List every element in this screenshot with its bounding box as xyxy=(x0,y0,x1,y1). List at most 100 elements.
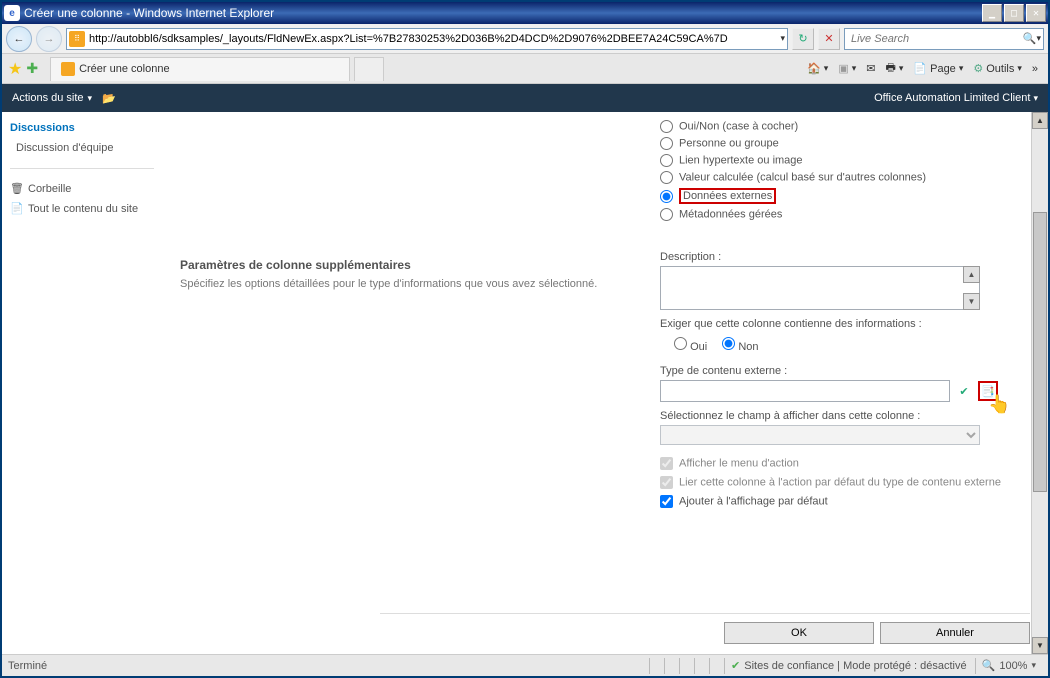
client-menu[interactable]: Office Automation Limited Client ▾ xyxy=(874,92,1038,104)
type-donnees-externes[interactable]: Données externes xyxy=(660,186,1030,206)
refresh-icon: ↻ xyxy=(798,32,807,45)
security-check-icon: ✔ xyxy=(731,659,740,672)
type-calculee[interactable]: Valeur calculée (calcul basé sur d'autre… xyxy=(660,169,1030,186)
chk-lier-action[interactable]: Lier cette colonne à l'action par défaut… xyxy=(660,472,1030,491)
maximize-button[interactable]: □ xyxy=(1004,4,1024,22)
scroll-up-icon[interactable]: ▲ xyxy=(963,266,980,283)
ect-label: Type de contenu externe : xyxy=(660,365,1030,377)
search-dropdown-icon[interactable]: ▾ xyxy=(1036,33,1041,44)
vertical-scrollbar[interactable]: ▲ ▼ xyxy=(1031,112,1048,654)
left-nav: Discussions Discussion d'équipe 🗑 Corbei… xyxy=(2,112,162,654)
nav-discussion-equipe[interactable]: Discussion d'équipe xyxy=(10,138,154,158)
gear-icon: ⚙ xyxy=(973,62,983,75)
ie-icon: e xyxy=(4,5,20,21)
security-zone-label: Sites de confiance | Mode protégé : désa… xyxy=(744,660,966,672)
page-icon: 📄 xyxy=(10,202,24,216)
feeds-button[interactable]: ▣▾ xyxy=(834,60,860,77)
type-metadonnees[interactable]: Métadonnées gérées xyxy=(660,206,1030,223)
nav-toolbar: ← → ⠿ ▾ ↻ ✕ 🔍 ▾ xyxy=(2,24,1048,54)
client-label: Office Automation Limited Client xyxy=(874,92,1030,104)
status-text: Terminé xyxy=(8,660,47,672)
print-button[interactable]: 🖶▾ xyxy=(881,57,907,80)
arrow-right-icon: → xyxy=(44,33,55,45)
browser-tab[interactable]: Créer une colonne xyxy=(50,57,350,81)
site-actions-label: Actions du site xyxy=(12,92,84,104)
chevron-down-icon: ▾ xyxy=(1033,93,1038,103)
print-icon: 🖶 xyxy=(885,59,895,78)
description-label: Description : xyxy=(660,251,1030,263)
field-select[interactable] xyxy=(660,425,980,445)
chk-menu-action[interactable]: Afficher le menu d'action xyxy=(660,453,1030,472)
rss-icon: ▣ xyxy=(838,62,848,75)
scroll-down-arrow[interactable]: ▼ xyxy=(1032,637,1048,654)
tab-title: Créer une colonne xyxy=(79,63,170,75)
scroll-up-arrow[interactable]: ▲ xyxy=(1032,112,1048,129)
navigate-up-icon[interactable]: 📂 xyxy=(102,92,116,105)
status-bar: Terminé ✔ Sites de confiance | Mode prot… xyxy=(2,654,1048,676)
ect-input[interactable] xyxy=(660,380,950,402)
chk-ajouter-affichage[interactable]: Ajouter à l'affichage par défaut xyxy=(660,491,1030,510)
description-input[interactable] xyxy=(660,266,980,310)
nav-all-content[interactable]: 📄 Tout le contenu du site xyxy=(10,199,154,219)
forward-button[interactable]: → xyxy=(36,26,62,52)
nav-all-content-label: Tout le contenu du site xyxy=(28,203,138,215)
tab-favicon-icon xyxy=(61,62,75,76)
type-lien[interactable]: Lien hypertexte ou image xyxy=(660,152,1030,169)
extra-settings-desc: Spécifiez les options détaillées pour le… xyxy=(180,278,640,290)
url-dropdown-icon[interactable]: ▾ xyxy=(780,33,785,44)
require-label: Exiger que cette colonne contienne des i… xyxy=(660,318,1030,330)
tools-menu[interactable]: ⚙Outils▾ xyxy=(969,60,1026,77)
tools-label: Outils xyxy=(986,63,1014,75)
mail-button[interactable]: ✉ xyxy=(862,60,879,77)
require-oui[interactable]: Oui xyxy=(674,341,707,353)
scroll-down-icon[interactable]: ▼ xyxy=(963,293,980,310)
zoom-icon: 🔍 xyxy=(982,659,996,672)
back-button[interactable]: ← xyxy=(6,26,32,52)
search-input[interactable] xyxy=(847,33,1023,45)
scrollbar-thumb[interactable] xyxy=(1033,212,1047,492)
type-personne[interactable]: Personne ou groupe xyxy=(660,135,1030,152)
refresh-button[interactable]: ↻ xyxy=(792,28,814,50)
extra-settings-header: Paramètres de colonne supplémentaires xyxy=(180,258,640,272)
minimize-button[interactable]: ▁ xyxy=(982,4,1002,22)
chevron-down-icon: ▾ xyxy=(88,93,93,104)
check-icon: ✔ xyxy=(959,385,968,398)
nav-discussions[interactable]: Discussions xyxy=(10,122,154,134)
favorites-star-icon[interactable]: ★ xyxy=(8,59,22,79)
add-favorites-icon[interactable]: ✚ xyxy=(26,60,38,77)
check-ect-button[interactable]: ✔ xyxy=(954,381,974,401)
toolbar-overflow-icon[interactable]: » xyxy=(1028,63,1042,75)
cancel-button[interactable]: Annuler xyxy=(880,622,1030,644)
ok-button[interactable]: OK xyxy=(724,622,874,644)
zoom-value: 100% xyxy=(999,660,1027,672)
home-icon: 🏠 xyxy=(807,62,821,75)
titlebar: e Créer une colonne - Windows Internet E… xyxy=(2,2,1048,24)
page-content: Discussions Discussion d'équipe 🗑 Corbei… xyxy=(2,112,1048,654)
page-icon: 📄 xyxy=(913,62,927,75)
stop-button[interactable]: ✕ xyxy=(818,28,840,50)
url-input[interactable] xyxy=(85,33,780,45)
address-bar[interactable]: ⠿ ▾ xyxy=(66,28,788,50)
new-tab-button[interactable] xyxy=(354,57,384,81)
sharepoint-ribbon: Actions du site ▾ 📂 Office Automation Li… xyxy=(2,84,1048,112)
search-icon[interactable]: 🔍 xyxy=(1023,32,1037,45)
security-zone[interactable]: ✔ Sites de confiance | Mode protégé : dé… xyxy=(724,658,973,674)
nav-corbeille-label: Corbeille xyxy=(28,183,71,195)
search-box[interactable]: 🔍 ▾ xyxy=(844,28,1044,50)
recycle-bin-icon: 🗑 xyxy=(10,182,24,196)
button-row: OK Annuler xyxy=(380,613,1030,644)
type-oui-non[interactable]: Oui/Non (case à cocher) xyxy=(660,118,1030,135)
mail-icon: ✉ xyxy=(866,62,875,75)
cursor-pointer-icon: 👆 xyxy=(988,394,1010,415)
window-title: Créer une colonne - Windows Internet Exp… xyxy=(24,6,980,20)
close-button[interactable]: ✕ xyxy=(1026,4,1046,22)
chevron-down-icon: ▾ xyxy=(1031,660,1036,671)
require-non[interactable]: Non xyxy=(722,341,758,353)
arrow-left-icon: ← xyxy=(14,33,25,45)
site-actions-menu[interactable]: Actions du site ▾ 📂 xyxy=(12,92,116,105)
select-field-label: Sélectionnez le champ à afficher dans ce… xyxy=(660,410,1030,422)
home-button[interactable]: 🏠▾ xyxy=(803,60,832,77)
zoom-control[interactable]: 🔍 100% ▾ xyxy=(975,658,1042,674)
nav-corbeille[interactable]: 🗑 Corbeille xyxy=(10,179,154,199)
page-menu[interactable]: 📄Page▾ xyxy=(909,60,967,77)
